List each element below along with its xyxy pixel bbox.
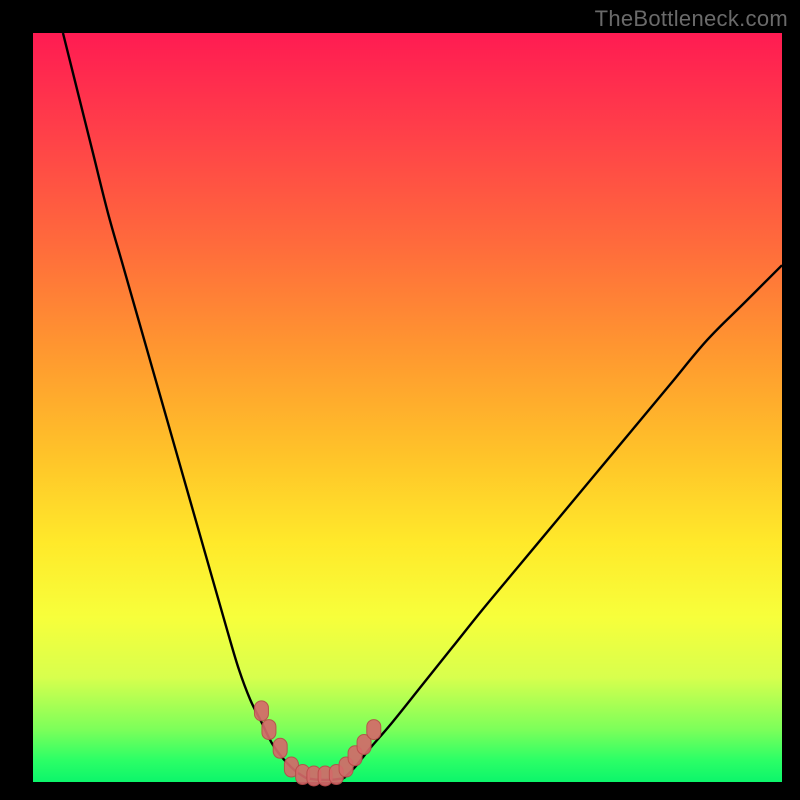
outer-frame: TheBottleneck.com	[0, 0, 800, 800]
marker	[254, 701, 268, 721]
watermark-text: TheBottleneck.com	[595, 6, 788, 32]
marker	[273, 738, 287, 758]
chart-svg	[33, 33, 782, 782]
plot-area	[33, 33, 782, 782]
curve-left	[63, 33, 306, 778]
marker	[262, 720, 276, 740]
markers-group	[254, 701, 380, 786]
curve-right	[344, 265, 782, 778]
marker	[367, 720, 381, 740]
